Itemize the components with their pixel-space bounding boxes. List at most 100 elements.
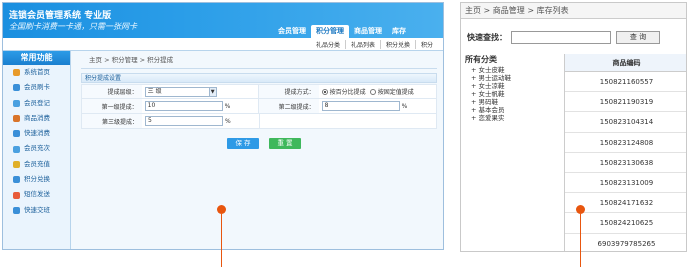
expand-icon: + [471, 74, 479, 82]
subnav-gift-category[interactable]: 礼品分类 [311, 40, 345, 49]
expand-icon: + [471, 98, 479, 106]
sidebar-item[interactable]: 系统首页 [3, 65, 70, 80]
tree-item-label: 女士皮鞋 [478, 66, 505, 74]
nav-points-management[interactable]: 积分管理 [311, 25, 349, 38]
tree-item[interactable]: + 女士凉鞋 [461, 82, 564, 90]
inventory-table: 商品编码 150821160557 150821190319 15082310431… [565, 54, 686, 252]
breadcrumb: 主页 > 积分管理 > 积分提成 [89, 56, 174, 64]
table-row[interactable]: 150821190319 [565, 92, 686, 113]
system-title: 连锁会员管理系统 专业版 [9, 11, 112, 21]
sms-icon [13, 191, 20, 199]
expand-icon: + [471, 114, 479, 122]
radio-percentage[interactable] [321, 88, 328, 95]
tree-item[interactable]: + 男码鞋 [461, 98, 564, 106]
table-row[interactable]: 150823130638 [565, 153, 686, 173]
level1-input[interactable]: 10 [144, 101, 223, 111]
level2-unit: % [401, 102, 408, 110]
callout-line-left [221, 214, 222, 267]
level1-label: 第一级提成： [82, 99, 142, 113]
table-row[interactable]: 150824210625 [565, 213, 686, 234]
quick-search-input[interactable] [511, 30, 611, 44]
table-row[interactable]: 150821160557 [565, 72, 686, 93]
nav-goods-management[interactable]: 商品管理 [349, 25, 387, 38]
sidebar-item[interactable]: 积分兑换 [3, 172, 70, 187]
sidebar-item-label: 会员充次 [24, 144, 50, 153]
sidebar-item-label: 积分兑换 [24, 175, 50, 184]
home-icon [13, 69, 20, 77]
search-button[interactable]: 查 询 [616, 30, 660, 44]
tree-item[interactable]: + 男士运动鞋 [461, 74, 564, 82]
level1-unit: % [224, 102, 231, 110]
callout-marker-left [217, 205, 226, 214]
sidebar-item-label: 会员刷卡 [24, 83, 50, 92]
table-header-code: 商品编码 [565, 54, 686, 72]
refill-icon [13, 145, 20, 153]
divider [81, 68, 437, 69]
save-button[interactable]: 保 存 [227, 138, 259, 149]
level2-input[interactable]: 8 [321, 101, 400, 111]
sidebar-item[interactable]: 快速消费 [3, 126, 70, 141]
quick-search-bar: 快速查找： 查 询 [461, 28, 686, 46]
table-row[interactable]: 6903979785265 [565, 234, 686, 252]
tree-item-label: 女士帆鞋 [478, 90, 505, 98]
subnav-points[interactable]: 积分 [415, 40, 438, 49]
expand-icon: + [471, 90, 479, 98]
sidebar-item[interactable]: 快速交班 [3, 203, 70, 218]
tree-root[interactable]: 所有分类 [461, 54, 564, 66]
radio-fixed[interactable] [369, 88, 376, 95]
sidebar: 常用功能 系统首页会员刷卡会员登记商品消费快速消费会员充次会员充值积分兑换短信发… [3, 51, 71, 249]
table-row[interactable]: 150823104314 [565, 112, 686, 133]
wallet-icon [13, 160, 20, 168]
sidebar-title: 常用功能 [3, 51, 70, 65]
sidebar-item[interactable]: 会员刷卡 [3, 80, 70, 95]
expand-icon: + [471, 106, 479, 114]
sidebar-item-label: 快速交班 [24, 205, 50, 214]
commission-form: 提成层级： 三 级 ▼ 提成方式： 按百分比提成 按固定值提成 第一级提成： 1… [81, 84, 437, 129]
handover-icon [13, 206, 20, 214]
radio-percentage-label: 按百分比提成 [329, 89, 366, 96]
cart-icon [13, 115, 20, 123]
tree-item[interactable]: + 恋爱果实 [461, 114, 564, 122]
sidebar-item-label: 系统首页 [24, 68, 50, 76]
level3-unit: % [225, 117, 231, 125]
nav-member-management[interactable]: 会员管理 [273, 25, 311, 38]
slogan: 全国刷卡消费一卡通，只需一张网卡 [9, 22, 137, 31]
tree-item[interactable]: + 女士帆鞋 [461, 90, 564, 98]
reset-button[interactable]: 重 置 [269, 138, 301, 149]
sidebar-item[interactable]: 会员登记 [3, 96, 70, 111]
tree-item[interactable]: + 基本会员 [461, 106, 564, 114]
sidebar-item-label: 快速消费 [24, 129, 50, 138]
tree-item[interactable]: + 女士皮鞋 [461, 66, 564, 74]
sidebar-item-label: 商品消费 [24, 113, 50, 122]
level3-label: 第三级提成： [82, 114, 142, 128]
sub-nav: 礼品分类 礼品列表 积分兑换 积分 [3, 38, 443, 51]
level-select-value: 三 级 [147, 87, 162, 95]
radio-fixed-label: 按固定值提成 [377, 89, 414, 96]
header-banner: 连锁会员管理系统 专业版 全国刷卡消费一卡通，只需一张网卡 会员管理 积分管理 … [3, 3, 443, 38]
card-icon [13, 84, 20, 92]
mode-label: 提成方式： [259, 85, 319, 98]
level-select[interactable]: 三 级 ▼ [144, 86, 217, 97]
tree-item-label: 男士运动鞋 [478, 74, 512, 82]
subnav-gift-list[interactable]: 礼品列表 [345, 40, 380, 49]
chevron-down-icon: ▼ [208, 87, 216, 96]
sidebar-item-label: 会员充值 [24, 159, 50, 168]
level2-label: 第二级提成： [259, 99, 319, 113]
expand-icon: + [471, 82, 479, 90]
main-content: 主页 > 积分管理 > 积分提成 积分提成设置 提成层级： 三 级 ▼ 提成方式… [77, 53, 441, 249]
sidebar-item[interactable]: 会员充值 [3, 157, 70, 172]
table-row[interactable]: 150823131009 [565, 173, 686, 194]
callout-marker-right [576, 205, 585, 214]
sidebar-item[interactable]: 商品消费 [3, 111, 70, 126]
sidebar-item[interactable]: 会员充次 [3, 141, 70, 156]
expand-icon: + [471, 66, 479, 74]
sidebar-item-label: 短信发送 [24, 190, 50, 199]
tree-item-label: 女士凉鞋 [478, 82, 505, 90]
level3-input[interactable]: 5 [145, 116, 223, 126]
table-row[interactable]: 150823124808 [565, 133, 686, 153]
callout-line-right [580, 214, 581, 267]
sidebar-item[interactable]: 短信发送 [3, 187, 70, 202]
nav-inventory[interactable]: 库存 [387, 25, 411, 38]
subnav-points-exchange[interactable]: 积分兑换 [380, 40, 415, 49]
inventory-breadcrumb: 主页 > 商品管理 > 库存列表 [461, 3, 686, 19]
